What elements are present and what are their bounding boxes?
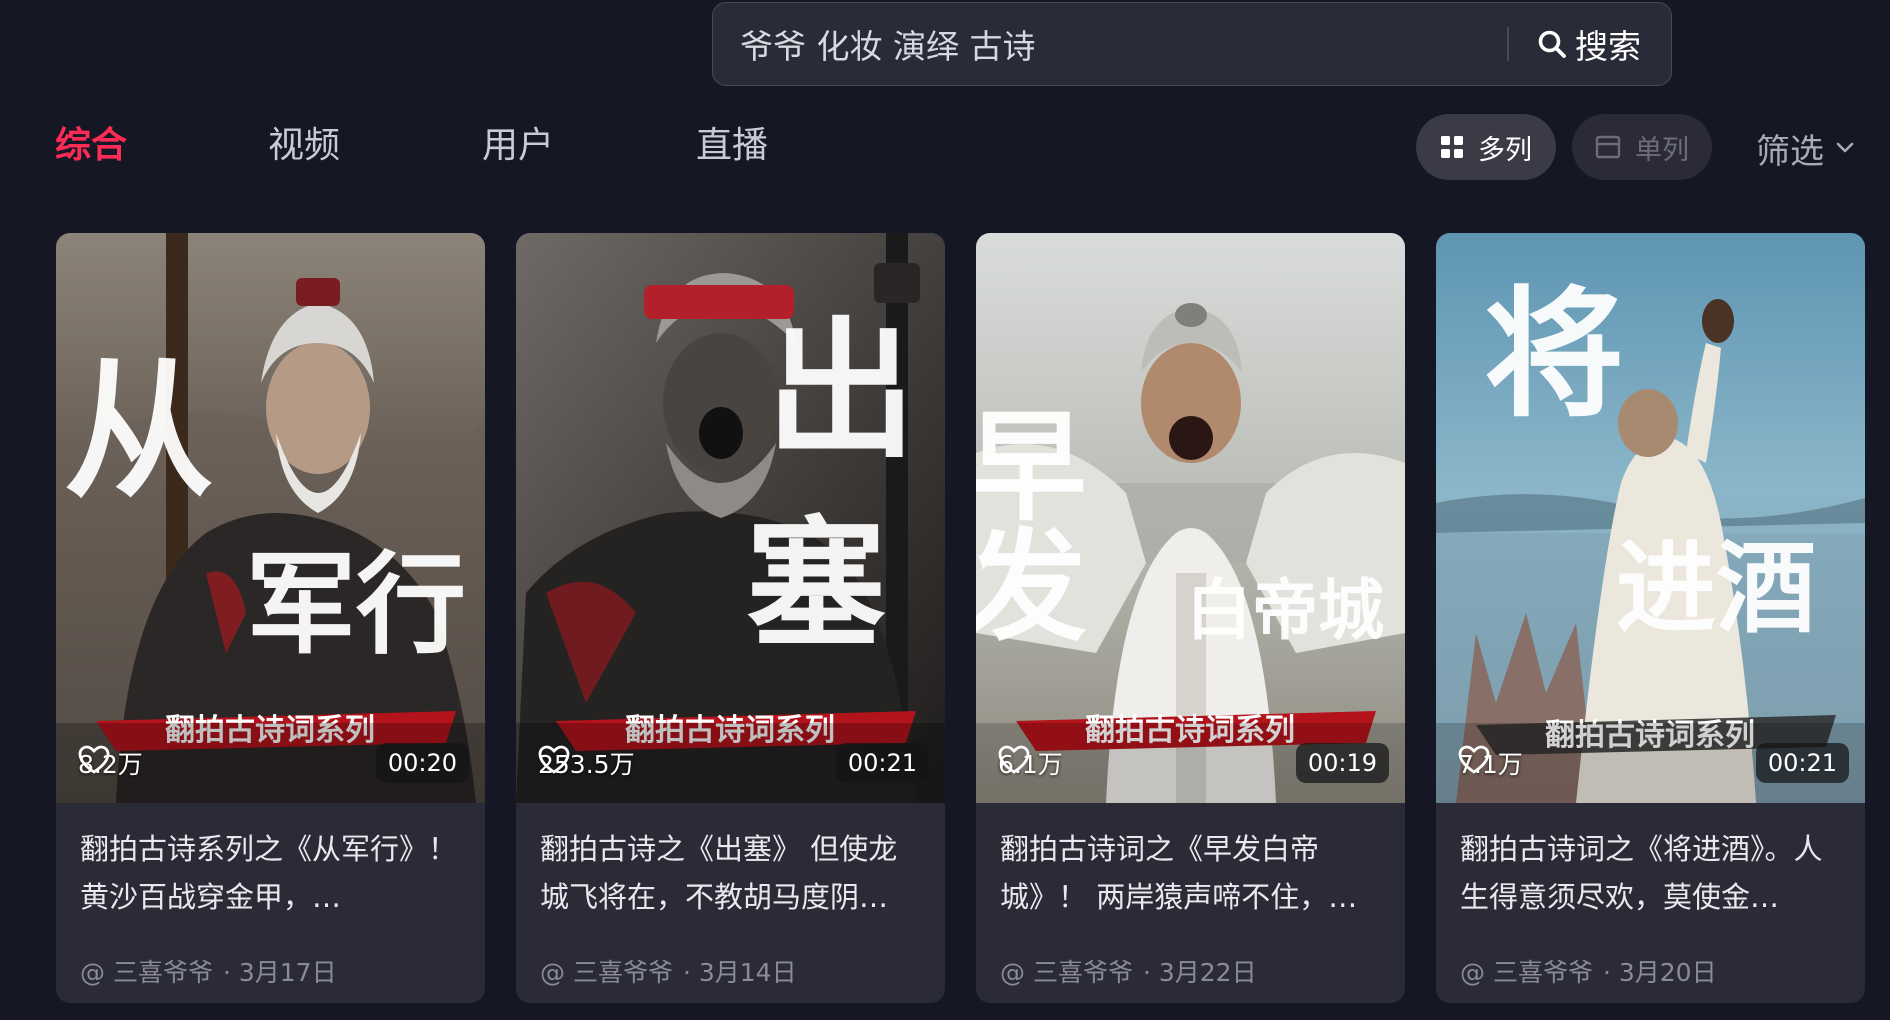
video-thumbnail: 出 塞 翻拍古诗词系列 253.5万 00:21 <box>516 233 945 803</box>
tab-users[interactable]: 用户 <box>482 120 554 172</box>
thumbnail-artwork: 早发 白帝城 翻拍古诗词系列 <box>976 233 1405 803</box>
video-card[interactable]: 将 进酒 翻拍古诗词系列 7.1万 00:21 翻拍古诗词之《将进酒》。人生得意… <box>1436 233 1865 1003</box>
grid-icon <box>1441 136 1463 158</box>
video-title[interactable]: 翻拍古诗之《出塞》 但使龙城飞将在，不教胡马度阴… <box>540 825 920 921</box>
heart-icon <box>1458 745 1490 774</box>
video-thumbnail: 将 进酒 翻拍古诗词系列 7.1万 00:21 <box>1436 233 1865 803</box>
multi-column-label: 多列 <box>1478 134 1532 166</box>
video-thumbnail: 从 军行 翻拍古诗词系列 8.2万 00:20 <box>56 233 485 803</box>
search-button-label: 搜索 <box>1575 27 1641 66</box>
chevron-down-icon <box>1836 142 1854 153</box>
video-card[interactable]: 从 军行 翻拍古诗词系列 8.2万 00:20 翻拍古诗系列之《从军行》！ 黄沙… <box>56 233 485 1003</box>
like-count: 6.1万 <box>998 745 1063 781</box>
filter-button[interactable]: 筛选 <box>1756 118 1854 178</box>
single-column-label: 单列 <box>1635 134 1689 166</box>
tab-video[interactable]: 视频 <box>268 120 340 172</box>
video-thumbnail: 早发 白帝城 翻拍古诗词系列 6.1万 00:19 <box>976 233 1405 803</box>
poster-title-char-2: 军行 <box>246 540 466 669</box>
video-meta: @ 三喜爷爷 · 3月14日 <box>540 953 797 989</box>
video-duration: 00:21 <box>1755 743 1849 783</box>
search-icon <box>1538 30 1566 58</box>
like-count: 253.5万 <box>538 745 635 781</box>
heart-icon <box>78 745 110 774</box>
publish-date: · 3月17日 <box>222 958 337 987</box>
heart-icon <box>998 745 1030 774</box>
video-duration: 00:21 <box>835 743 929 783</box>
poster-title-char-2: 塞 <box>746 503 886 667</box>
poster-title-char-1: 从 <box>64 343 214 519</box>
search-input[interactable] <box>713 3 1507 85</box>
thumbnail-artwork: 出 塞 翻拍古诗词系列 <box>516 233 945 803</box>
video-meta: @ 三喜爷爷 · 3月17日 <box>80 953 337 989</box>
publish-date: · 3月20日 <box>1602 958 1717 987</box>
poster-title-char-1: 早发 <box>976 403 1087 643</box>
thumbnail-artwork: 将 进酒 翻拍古诗词系列 <box>1436 233 1865 803</box>
like-count: 7.1万 <box>1458 745 1523 781</box>
publish-date: · 3月22日 <box>1142 958 1257 987</box>
video-title[interactable]: 翻拍古诗系列之《从军行》！ 黄沙百战穿金甲，… <box>80 825 460 921</box>
video-meta: @ 三喜爷爷 · 3月22日 <box>1000 953 1257 989</box>
video-meta: @ 三喜爷爷 · 3月20日 <box>1460 953 1717 989</box>
poster-title-char-2: 进酒 <box>1616 529 1816 647</box>
multi-column-button[interactable]: 多列 <box>1416 114 1556 180</box>
filter-label: 筛选 <box>1756 131 1824 172</box>
author-name[interactable]: @ 三喜爷爷 <box>540 953 673 989</box>
video-card[interactable]: 早发 白帝城 翻拍古诗词系列 6.1万 00:19 翻拍古诗词之《早发白帝城》！… <box>976 233 1405 1003</box>
publish-date: · 3月14日 <box>682 958 797 987</box>
single-column-icon <box>1595 135 1621 159</box>
tab-general[interactable]: 综合 <box>55 120 127 172</box>
tab-live[interactable]: 直播 <box>696 120 768 172</box>
video-duration: 00:20 <box>375 743 469 783</box>
video-title[interactable]: 翻拍古诗词之《早发白帝城》！ 两岸猿声啼不住，… <box>1000 825 1380 921</box>
author-name[interactable]: @ 三喜爷爷 <box>1460 953 1593 989</box>
poster-title-char-1: 将 <box>1484 273 1624 437</box>
search-button[interactable]: 搜索 <box>1509 3 1671 85</box>
video-duration: 00:19 <box>1295 743 1389 783</box>
like-count: 8.2万 <box>78 745 143 781</box>
author-name[interactable]: @ 三喜爷爷 <box>1000 953 1133 989</box>
thumbnail-artwork: 从 军行 翻拍古诗词系列 <box>56 233 485 803</box>
video-card[interactable]: 出 塞 翻拍古诗词系列 253.5万 00:21 翻拍古诗之《出塞》 但使龙城飞… <box>516 233 945 1003</box>
single-column-button[interactable]: 单列 <box>1572 114 1712 180</box>
poster-title-char-2: 白帝城 <box>1186 571 1384 649</box>
video-title[interactable]: 翻拍古诗词之《将进酒》。人生得意须尽欢，莫使金… <box>1460 825 1840 921</box>
heart-icon <box>538 745 570 774</box>
author-name[interactable]: @ 三喜爷爷 <box>80 953 213 989</box>
search-bar: 搜索 <box>712 2 1672 86</box>
poster-title-char-1: 出 <box>766 303 916 479</box>
